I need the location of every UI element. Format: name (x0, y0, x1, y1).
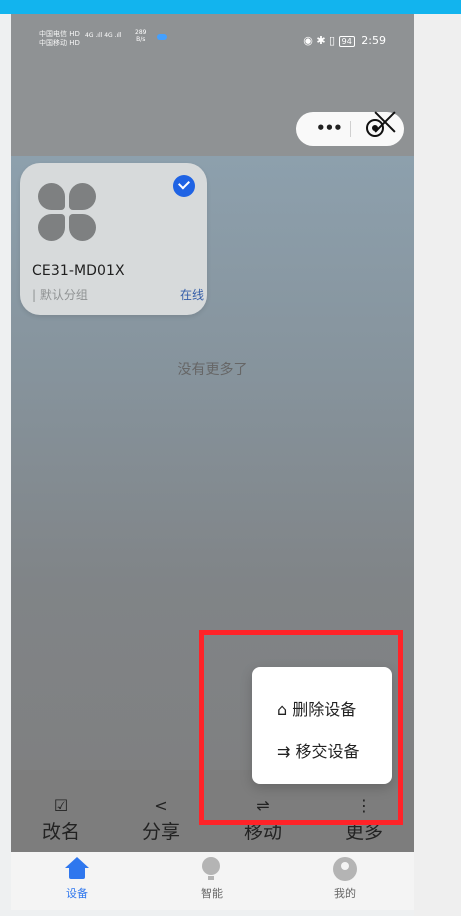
share-label: 分享 (141, 821, 180, 843)
tab-devices-label: 设备 (66, 887, 88, 900)
top-strip (0, 0, 461, 14)
more-label: 更多 (344, 821, 383, 843)
carrier-1: 中国电信 HD (39, 30, 80, 38)
net-speed-value: 289 (135, 29, 147, 36)
carrier-2: 中国移动 HD (39, 39, 80, 47)
rename-label: 改名 (41, 821, 80, 843)
tab-profile[interactable]: 我的 (310, 857, 380, 901)
signal-icon: 4G .ıll 4G .ıll (85, 32, 122, 39)
tab-devices[interactable]: 设备 (42, 857, 112, 901)
tab-smart-label: 智能 (201, 887, 223, 900)
tab-profile-label: 我的 (334, 887, 356, 900)
cloud-icon (157, 34, 167, 40)
eye-icon: ◉ (303, 34, 313, 47)
bluetooth-icon: ✱ (316, 34, 326, 47)
tab-smart[interactable]: 智能 (177, 857, 247, 901)
tab-bar: 设备 智能 我的 (11, 852, 414, 910)
move-label: 移动 (243, 821, 282, 843)
right-margin (414, 14, 461, 916)
share-button[interactable]: < 分享 (126, 796, 196, 842)
highlight-outline (199, 630, 403, 825)
selected-check-icon[interactable] (173, 175, 195, 197)
nav-bar: ••• (11, 66, 414, 156)
carrier-labels: 中国电信 HD 中国移动 HD (39, 30, 80, 48)
status-bar: 中国电信 HD 中国移动 HD 4G .ıll 4G .ıll 289 B/s … (11, 14, 414, 66)
share-icon: < (154, 796, 168, 815)
device-logo-icon (38, 183, 96, 241)
avatar-icon (333, 857, 357, 881)
capsule-divider (350, 121, 351, 137)
vibrate-icon: ▯ (329, 34, 336, 47)
bulb-icon (200, 857, 224, 881)
net-speed: 289 B/s (135, 29, 146, 43)
status-right: ◉ ✱ ▯ 94 2:59 (303, 34, 386, 47)
rename-button[interactable]: ☑ 改名 (26, 796, 96, 842)
clock: 2:59 (361, 34, 386, 47)
device-group: | 默认分组 (32, 288, 88, 302)
device-status: 在线 (180, 288, 205, 302)
net-speed-unit: B/s (136, 36, 146, 43)
home-icon (65, 857, 89, 881)
list-end-text: 没有更多了 (177, 362, 248, 378)
edit-icon: ☑ (53, 796, 69, 815)
close-icon[interactable] (371, 108, 399, 136)
battery-icon: 94 (338, 36, 355, 47)
device-name: CE31-MD01X (32, 263, 125, 279)
device-card[interactable]: CE31-MD01X | 默认分组 在线 (20, 163, 207, 315)
more-dots-icon[interactable]: ••• (316, 120, 343, 138)
